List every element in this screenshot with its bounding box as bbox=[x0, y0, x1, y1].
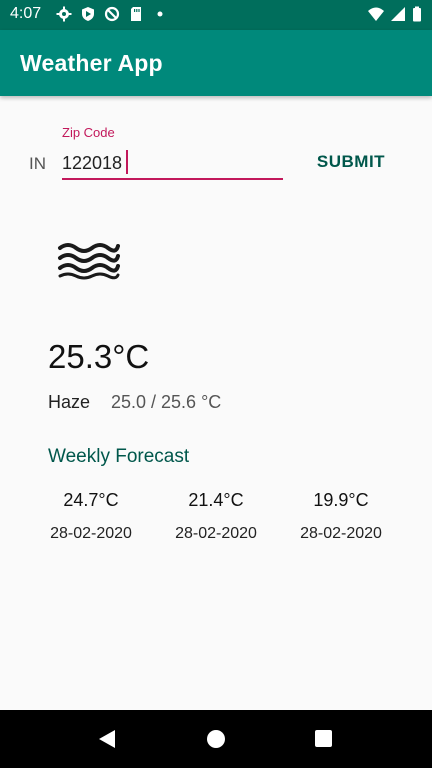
shield-icon bbox=[82, 7, 94, 21]
status-bar: 4:07 bbox=[0, 0, 432, 30]
forecast-item: 19.9°C 28-02-2020 bbox=[291, 490, 391, 543]
recents-icon[interactable] bbox=[315, 730, 332, 747]
text-cursor bbox=[126, 150, 128, 174]
back-icon[interactable] bbox=[98, 729, 116, 749]
sd-card-icon bbox=[131, 7, 141, 21]
forecast-item: 21.4°C 28-02-2020 bbox=[166, 490, 266, 543]
battery-icon bbox=[413, 6, 421, 22]
forecast-temperature: 19.9°C bbox=[313, 490, 369, 510]
signal-icon bbox=[391, 7, 405, 21]
submit-button[interactable]: SUBMIT bbox=[305, 148, 397, 176]
home-icon[interactable] bbox=[207, 730, 225, 748]
settings-icon bbox=[56, 6, 72, 22]
current-temperature: 25.3°C bbox=[48, 338, 150, 375]
forecast-title: Weekly Forecast bbox=[48, 446, 190, 467]
forecast-date: 28-02-2020 bbox=[50, 525, 132, 542]
blocked-icon bbox=[104, 6, 120, 22]
forecast-item: 24.7°C 28-02-2020 bbox=[41, 490, 141, 543]
forecast-temperature: 24.7°C bbox=[63, 490, 119, 510]
haze-icon bbox=[58, 243, 120, 280]
zip-code-input[interactable] bbox=[62, 148, 283, 180]
weather-condition: Haze bbox=[48, 392, 91, 412]
temperature-range: 25.0 / 25.6 °C bbox=[111, 392, 222, 412]
forecast-date: 28-02-2020 bbox=[175, 525, 257, 542]
status-time: 4:07 bbox=[10, 5, 42, 22]
dot-icon bbox=[157, 11, 163, 17]
zip-code-label: Zip Code bbox=[62, 125, 115, 140]
status-system-icons bbox=[368, 6, 422, 22]
forecast-temperature: 21.4°C bbox=[188, 490, 244, 510]
country-code-label: IN bbox=[29, 154, 46, 173]
app-title: Weather App bbox=[20, 50, 163, 76]
wifi-icon bbox=[368, 7, 384, 21]
forecast-date: 28-02-2020 bbox=[300, 525, 382, 542]
app-bar: Weather App bbox=[0, 30, 432, 96]
status-notification-icons bbox=[56, 6, 168, 22]
